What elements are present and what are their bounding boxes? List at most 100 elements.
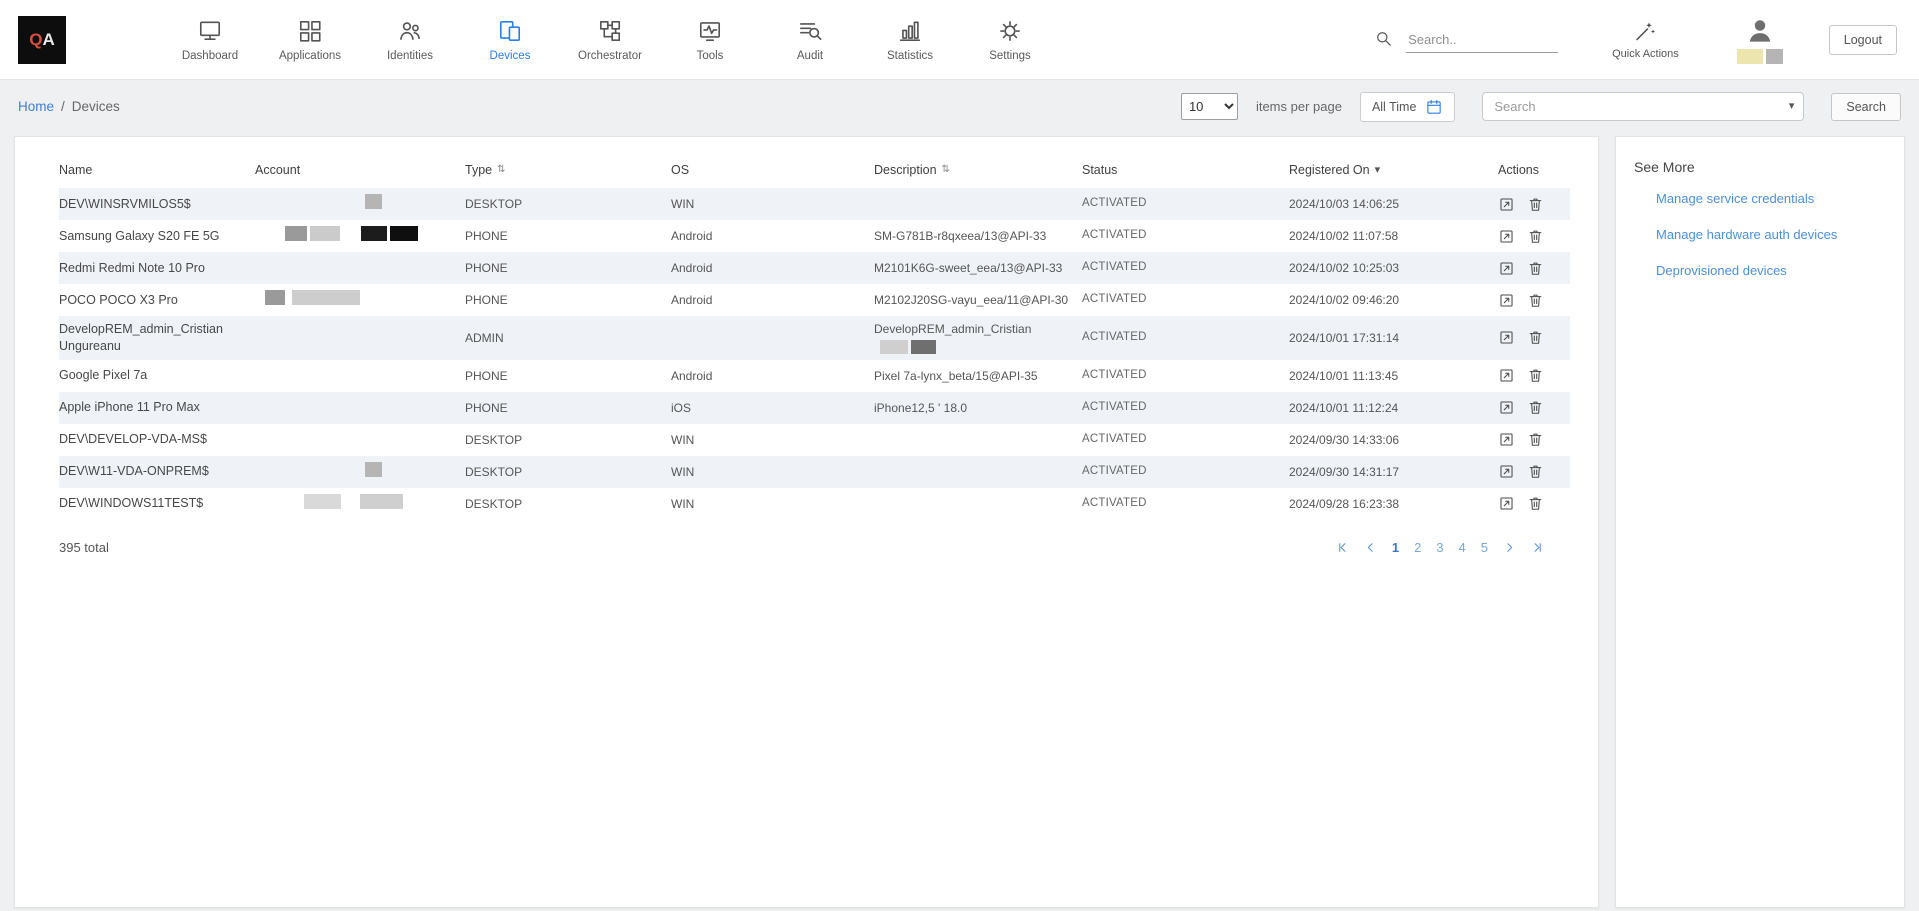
device-details-icon[interactable]: [1498, 260, 1515, 277]
nav-settings[interactable]: Settings: [960, 18, 1060, 62]
device-details-icon[interactable]: [1498, 495, 1515, 512]
nav-orchestrator[interactable]: Orchestrator: [560, 18, 660, 62]
cell-description: iPhone12,5 ' 18.0: [874, 395, 1082, 421]
breadcrumb-home-link[interactable]: Home: [18, 99, 54, 114]
items-per-page-label: items per page: [1256, 99, 1342, 114]
nav-settings-label: Settings: [989, 50, 1031, 62]
cell-name: DEV\WINDOWS11TEST$: [59, 490, 255, 517]
identities-icon: [397, 18, 423, 44]
nav-statistics[interactable]: Statistics: [860, 18, 960, 62]
breadcrumb: Home / Devices: [18, 99, 120, 114]
delete-device-icon[interactable]: [1527, 196, 1544, 213]
nav-dashboard[interactable]: Dashboard: [160, 18, 260, 62]
breadcrumb-current: Devices: [72, 99, 120, 114]
cell-os: WIN: [671, 459, 874, 485]
sort-desc-icon[interactable]: ▾: [1375, 163, 1381, 176]
description-text: DevelopREM_admin_Cristian: [874, 321, 1031, 337]
time-filter-button[interactable]: All Time: [1360, 92, 1455, 122]
user-menu: [1737, 16, 1783, 64]
cell-name: Apple iPhone 11 Pro Max: [59, 394, 255, 421]
global-search: [1374, 27, 1558, 53]
cell-registered-on: 2024/10/03 14:06:25: [1289, 191, 1498, 217]
device-details-icon[interactable]: [1498, 196, 1515, 213]
logout-button[interactable]: Logout: [1829, 25, 1897, 55]
delete-device-icon[interactable]: [1527, 495, 1544, 512]
cell-os: WIN: [671, 191, 874, 217]
delete-device-icon[interactable]: [1527, 463, 1544, 480]
brand-logo[interactable]: QA: [18, 16, 66, 64]
delete-device-icon[interactable]: [1527, 329, 1544, 346]
cell-account: [255, 221, 465, 250]
audit-icon: [797, 18, 823, 44]
cell-type: DESKTOP: [465, 191, 671, 217]
cell-type: PHONE: [465, 223, 671, 249]
calendar-icon: [1425, 98, 1443, 116]
delete-device-icon[interactable]: [1527, 260, 1544, 277]
quick-actions[interactable]: Quick Actions: [1612, 19, 1679, 60]
avatar-icon[interactable]: [1745, 16, 1775, 46]
cell-account: [255, 263, 465, 273]
global-search-input[interactable]: [1406, 27, 1558, 53]
device-details-icon[interactable]: [1498, 399, 1515, 416]
cell-status: ACTIVATED: [1082, 395, 1289, 421]
account-redaction: [265, 290, 360, 305]
table-search-combobox[interactable]: ▾: [1482, 92, 1804, 121]
cell-description: [874, 435, 1082, 445]
page-number-1[interactable]: 1: [1392, 540, 1399, 555]
page-number-2[interactable]: 2: [1414, 540, 1421, 555]
cell-description: [874, 499, 1082, 509]
nav-identities[interactable]: Identities: [360, 18, 460, 62]
cell-status: ACTIVATED: [1082, 255, 1289, 281]
prev-page-button[interactable]: [1364, 541, 1377, 554]
pagination: 1 2 3 4 5: [1336, 540, 1570, 555]
device-details-icon[interactable]: [1498, 463, 1515, 480]
chevron-down-icon[interactable]: ▾: [1789, 101, 1795, 112]
cell-actions: [1498, 287, 1570, 314]
sort-icon[interactable]: ⇅: [942, 164, 950, 175]
delete-device-icon[interactable]: [1527, 367, 1544, 384]
magic-wand-icon: [1633, 19, 1657, 43]
search-icon[interactable]: [1374, 29, 1393, 48]
page-number-3[interactable]: 3: [1436, 540, 1443, 555]
cell-actions: [1498, 223, 1570, 250]
page-number-4[interactable]: 4: [1459, 540, 1466, 555]
cell-os: Android: [671, 363, 874, 389]
last-page-button[interactable]: [1531, 541, 1544, 554]
table-search-button[interactable]: Search: [1831, 93, 1901, 121]
redaction-block: [1766, 49, 1783, 64]
page-size-select[interactable]: 10: [1181, 93, 1238, 120]
manage-service-credentials-link[interactable]: Manage service credentials: [1656, 191, 1886, 206]
cell-actions: [1498, 324, 1570, 351]
table-row: Google Pixel 7a PHONE Android Pixel 7a-l…: [59, 360, 1570, 392]
delete-device-icon[interactable]: [1527, 431, 1544, 448]
description-redaction: [880, 340, 936, 354]
deprovisioned-devices-link[interactable]: Deprovisioned devices: [1656, 263, 1886, 278]
table-row: POCO POCO X3 Pro PHONE Android M2102J20S…: [59, 284, 1570, 316]
cell-registered-on: 2024/10/02 10:25:03: [1289, 255, 1498, 281]
delete-device-icon[interactable]: [1527, 292, 1544, 309]
cell-actions: [1498, 394, 1570, 421]
nav-devices[interactable]: Devices: [460, 18, 560, 62]
nav-tools[interactable]: Tools: [660, 18, 760, 62]
page-number-5[interactable]: 5: [1481, 540, 1488, 555]
account-redaction: [365, 194, 382, 209]
next-page-button[interactable]: [1503, 541, 1516, 554]
quick-actions-label: Quick Actions: [1612, 48, 1679, 60]
see-more-title: See More: [1634, 159, 1886, 175]
sort-icon[interactable]: ⇅: [497, 164, 505, 175]
device-details-icon[interactable]: [1498, 431, 1515, 448]
delete-device-icon[interactable]: [1527, 228, 1544, 245]
nav-audit[interactable]: Audit: [760, 18, 860, 62]
cell-name: Samsung Galaxy S20 FE 5G: [59, 223, 255, 250]
first-page-button[interactable]: [1336, 541, 1349, 554]
manage-hardware-auth-devices-link[interactable]: Manage hardware auth devices: [1656, 227, 1886, 242]
cell-name: Redmi Redmi Note 10 Pro: [59, 255, 255, 282]
cell-os: Android: [671, 223, 874, 249]
delete-device-icon[interactable]: [1527, 399, 1544, 416]
table-search-input[interactable]: [1494, 99, 1788, 114]
device-details-icon[interactable]: [1498, 228, 1515, 245]
device-details-icon[interactable]: [1498, 292, 1515, 309]
device-details-icon[interactable]: [1498, 329, 1515, 346]
nav-applications[interactable]: Applications: [260, 18, 360, 62]
device-details-icon[interactable]: [1498, 367, 1515, 384]
